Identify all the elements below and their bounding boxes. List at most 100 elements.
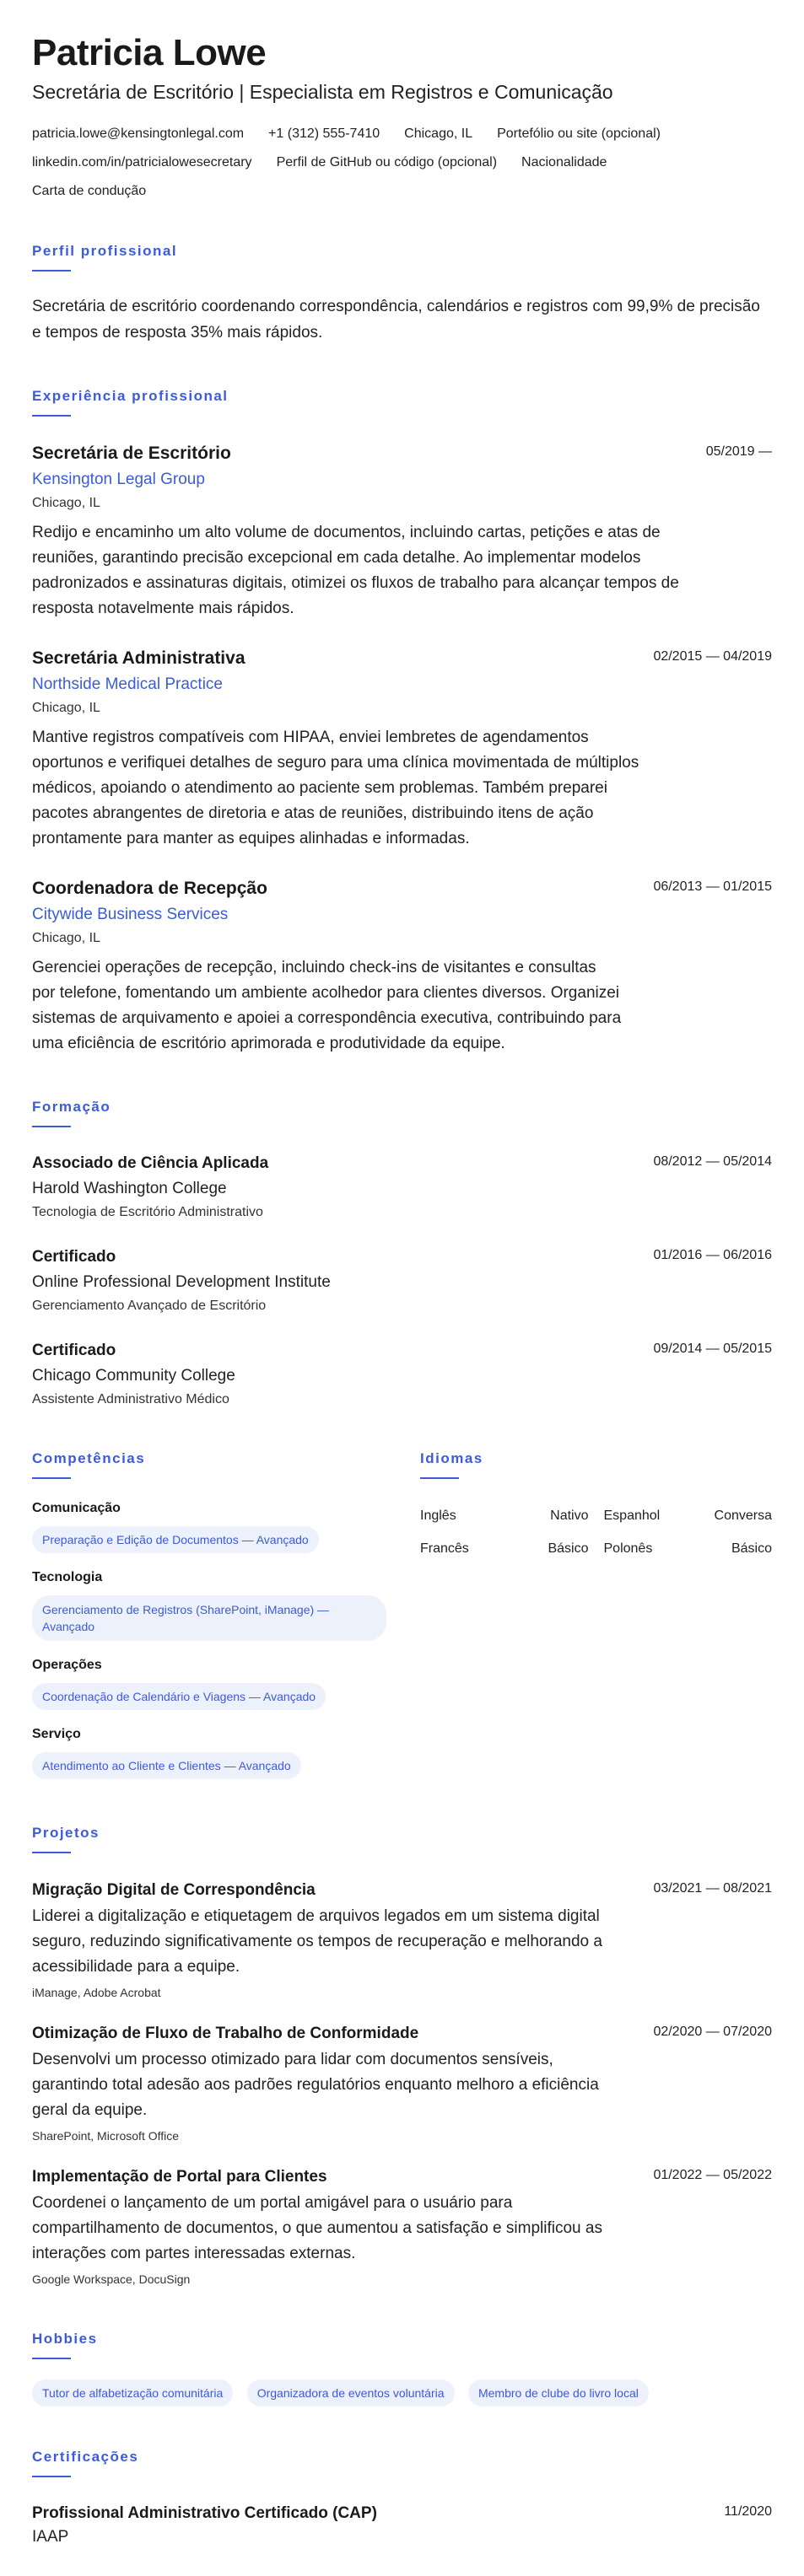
skill-group: Serviço Atendimento ao Cliente e Cliente… — [32, 1725, 386, 1779]
section-divider — [32, 2358, 71, 2359]
job-dates: 02/2015 — 04/2019 — [653, 649, 772, 664]
contact-email[interactable]: patricia.lowe@kensingtonlegal.com — [32, 120, 244, 148]
contact-github[interactable]: Perfil de GitHub ou código (opcional) — [277, 148, 497, 177]
job-location: Chicago, IL — [32, 701, 100, 715]
section-divider — [32, 1477, 71, 1479]
education-entry: Associado de Ciência Aplicada 08/2012 — … — [32, 1153, 772, 1223]
field-of-study: Gerenciamento Avançado de Escritório — [32, 1299, 267, 1313]
job-location: Chicago, IL — [32, 931, 100, 945]
hobby-pill: Organizadora de eventos voluntária — [246, 2380, 455, 2407]
skills-languages-row: Competências Comunicação Preparação e Ed… — [32, 1450, 772, 1779]
certification-name: Profissional Administrativo Certificado … — [32, 2504, 377, 2522]
language-name: Espanhol — [603, 1508, 661, 1523]
section-title-projects: Projetos — [32, 1825, 100, 1841]
job-description: Redijo e encaminho um alto volume de doc… — [32, 524, 679, 617]
institution-name: Harold Washington College — [32, 1180, 227, 1197]
project-entry: Implementação de Portal para Clientes 01… — [32, 2165, 772, 2288]
languages-section: Idiomas Inglês Nativo Espanhol Conversa … — [420, 1450, 772, 1779]
contact-phone[interactable]: +1 (312) 555-7410 — [268, 120, 380, 148]
skill-group: Operações Coordenação de Calendário e Vi… — [32, 1656, 386, 1710]
contact-driving-license: Carta de condução — [32, 184, 147, 198]
contact-nationality: Nacionalidade — [521, 155, 607, 169]
education-entry: Certificado 09/2014 — 05/2015 Chicago Co… — [32, 1340, 772, 1410]
education-dates: 09/2014 — 05/2015 — [653, 1342, 772, 1356]
company-name[interactable]: Citywide Business Services — [32, 903, 772, 927]
skill-pill: Preparação e Edição de Documentos — Avan… — [32, 1526, 319, 1553]
job-dates: 05/2019 — — [705, 444, 772, 459]
language-item: Espanhol Conversa — [604, 1506, 773, 1526]
project-description: Liderei a digitalização e etiquetagem de… — [32, 1907, 602, 1976]
language-item: Polonês Básico — [604, 1539, 773, 1559]
resume: Patricia Lowe Secretária de Escritório |… — [32, 30, 772, 2549]
section-title-skills: Competências — [32, 1450, 146, 1466]
section-title-certifications: Certificações — [32, 2449, 139, 2465]
company-name[interactable]: Northside Medical Practice — [32, 673, 772, 696]
certification-date: 11/2020 — [724, 2504, 772, 2519]
skill-group-name: Comunicação — [32, 1501, 121, 1515]
hobby-pill: Membro de clube do livro local — [467, 2380, 649, 2407]
language-list: Inglês Nativo Espanhol Conversa Francês … — [420, 1506, 772, 1572]
language-level: Conversa — [714, 1508, 772, 1523]
contact-portfolio[interactable]: Portefólio ou site (opcional) — [497, 120, 661, 148]
language-item: Inglês Nativo — [420, 1506, 589, 1526]
hobbies-section: Hobbies Tutor de alfabetização comunitár… — [32, 2331, 772, 2407]
skill-group-name: Serviço — [32, 1727, 81, 1741]
field-of-study: Assistente Administrativo Médico — [32, 1392, 229, 1406]
job-location: Chicago, IL — [32, 496, 100, 510]
language-level: Básico — [548, 1541, 589, 1556]
contact-list: patricia.lowe@kensingtonlegal.com +1 (31… — [32, 120, 766, 206]
company-name[interactable]: Kensington Legal Group — [32, 468, 772, 492]
skill-pill: Coordenação de Calendário e Viagens — Av… — [32, 1683, 326, 1710]
language-name: Polonês — [603, 1541, 653, 1556]
skill-group: Comunicação Preparação e Edição de Docum… — [32, 1499, 386, 1553]
project-dates: 02/2020 — 07/2020 — [653, 2025, 772, 2039]
experience-entry: Secretária de Escritório 05/2019 — Kensi… — [32, 442, 772, 621]
project-dates: 01/2022 — 05/2022 — [653, 2168, 772, 2182]
project-description: Coordenei o lançamento de um portal amig… — [32, 2194, 602, 2262]
summary-section: Perfil profissional Secretária de escrit… — [32, 243, 772, 346]
certification-entry: Profissional Administrativo Certificado … — [32, 2503, 772, 2549]
job-title: Secretária de Escritório — [32, 444, 231, 463]
skill-pill: Gerenciamento de Registros (SharePoint, … — [32, 1595, 386, 1641]
summary-text: Secretária de escritório coordenando cor… — [32, 298, 760, 341]
contact-location: Chicago, IL — [404, 126, 473, 141]
resume-header: Patricia Lowe Secretária de Escritório |… — [32, 30, 772, 206]
skill-group-name: Operações — [32, 1658, 102, 1672]
section-divider — [32, 2476, 71, 2477]
skills-section: Competências Comunicação Preparação e Ed… — [32, 1450, 386, 1779]
project-entry: Migração Digital de Correspondência 03/2… — [32, 1879, 772, 2002]
experience-entry: Secretária Administrativa 02/2015 — 04/2… — [32, 647, 772, 852]
language-level: Nativo — [550, 1508, 589, 1523]
project-technologies: iManage, Adobe Acrobat — [32, 1986, 161, 1999]
institution-name: Online Professional Development Institut… — [32, 1273, 331, 1291]
field-of-study: Tecnologia de Escritório Administrativo — [32, 1205, 263, 1219]
job-dates: 06/2013 — 01/2015 — [653, 879, 772, 894]
candidate-headline: Secretária de Escritório | Especialista … — [32, 81, 613, 103]
experience-section: Experiência profissional Secretária de E… — [32, 388, 772, 1057]
section-divider — [32, 1126, 71, 1127]
section-title-experience: Experiência profissional — [32, 388, 229, 404]
language-name: Francês — [420, 1541, 469, 1556]
section-divider — [32, 415, 71, 417]
certification-issuer: IAAP — [32, 2528, 69, 2546]
education-entry: Certificado 01/2016 — 06/2016 Online Pro… — [32, 1246, 772, 1316]
certifications-section: Certificações Profissional Administrativ… — [32, 2449, 772, 2549]
skill-group-name: Tecnologia — [32, 1570, 103, 1584]
section-divider — [32, 270, 71, 272]
project-dates: 03/2021 — 08/2021 — [653, 1881, 772, 1896]
hobby-pill: Tutor de alfabetização comunitária — [32, 2380, 234, 2407]
section-divider — [420, 1477, 459, 1479]
education-section: Formação Associado de Ciência Aplicada 0… — [32, 1099, 772, 1410]
project-technologies: Google Workspace, DocuSign — [32, 2272, 191, 2286]
project-technologies: SharePoint, Microsoft Office — [32, 2129, 180, 2143]
education-dates: 01/2016 — 06/2016 — [653, 1248, 772, 1262]
hobby-list: Tutor de alfabetização comunitária Organ… — [32, 2380, 772, 2407]
section-title-summary: Perfil profissional — [32, 243, 178, 259]
job-description: Mantive registros compatíveis com HIPAA,… — [32, 729, 639, 847]
contact-linkedin[interactable]: linkedin.com/in/patricialowesecretary — [32, 148, 252, 177]
language-name: Inglês — [420, 1508, 456, 1523]
project-entry: Otimização de Fluxo de Trabalho de Confo… — [32, 2022, 772, 2145]
candidate-name: Patricia Lowe — [32, 32, 267, 73]
language-level: Básico — [731, 1541, 772, 1556]
experience-entry: Coordenadora de Recepção 06/2013 — 01/20… — [32, 877, 772, 1057]
